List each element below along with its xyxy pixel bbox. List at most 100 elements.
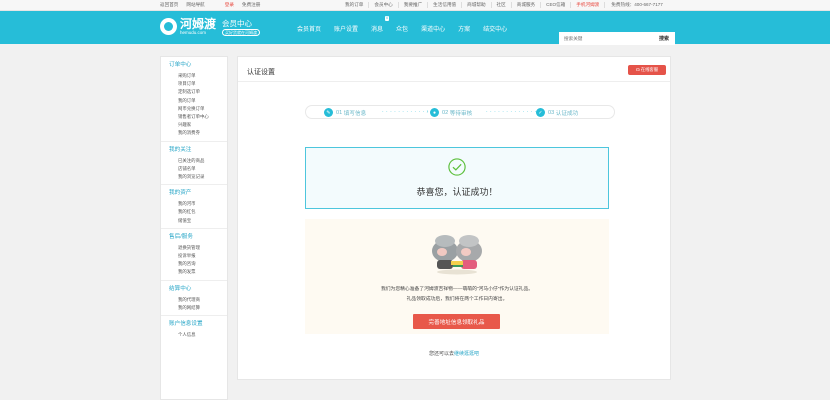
register-link[interactable]: 免费注册 [242,2,260,8]
sidebar-item[interactable]: 我的发票 [161,268,227,276]
sidebar-item[interactable]: 兴趣家 [161,121,227,129]
nav-settlement-center[interactable]: 结交中心 [483,24,507,33]
step-1: ✎ 01 填写信息 [324,108,366,117]
step-2-label: 等待审核 [449,110,473,117]
topbar-link-promote[interactable]: 我要推广 [399,2,429,8]
title-divider [238,81,670,82]
mobile-app-link[interactable]: 手机河姆渡 [571,2,606,8]
sidebar-section-follow: 我的关注 已关注的商品 店铺名单 我的浏览记录 [161,142,227,186]
sidebar-section-settlement: 结算中心 我的代理商 我的网结算 [161,281,227,317]
sidebar-title: 订单中心 [169,62,192,68]
topbar-link-community[interactable]: 社区 [492,2,512,8]
sidebar-title: 我的关注 [169,146,192,153]
gift-panel: 我们为您精心准备了河姆渡吉祥物——萌萌的"河马小仔"作为认证礼品。 礼品领取成功… [305,219,609,334]
sidebar-item[interactable]: 销售者订单中心 [161,113,227,121]
site-nav-link[interactable]: 网站导航 [186,2,204,8]
nav-messages[interactable]: 消息 0 [371,16,390,33]
nav-crowdsource[interactable]: 众包 [396,24,408,33]
site-logo[interactable]: 河姆渡 hemudu.com [160,18,216,35]
sidebar-item[interactable]: 个人信息 [161,331,227,339]
step-connector: · · · · · · · · · · · › [382,109,429,115]
page-title: 认证设置 [247,69,275,76]
sidebar-title: 售后/服务 [169,233,193,240]
member-center-title: 会员中心 买好货就在河姆渡 [222,19,260,36]
sidebar-item[interactable]: 定制选订单 [161,88,227,96]
progress-steps: ✎ 01 填写信息 · · · · · · · · · · · › ● 02 等… [305,105,615,119]
sidebar: 订单中心 采购订单 项目订单 定制选订单 我的订单 网币兑换订单 销售者订单中心… [160,56,228,400]
nav-messages-label: 消息 [371,27,384,33]
main-nav: 会员首页 账户设置 消息 0 众包 渠道中心 方案 结交中心 [297,16,520,33]
topbar-link-service[interactable]: 商城服务 [512,2,542,8]
topbar-right: 我的订单 会员中心 我要推广 生活信用值 商城帮助 社区 商城服务 CEO信箱 … [340,2,663,8]
nav-plans[interactable]: 方案 [458,24,470,33]
sidebar-title: 账户信息设置 [169,321,203,328]
sidebar-item[interactable]: 项目订单 [161,80,227,88]
home-link[interactable]: 返回首页 [160,2,178,8]
sidebar-section-aftersale: 售后/服务 退换货管理 投诉举报 我的咨询 我的发票 [161,229,227,281]
sidebar-title: 我的资产 [169,190,192,197]
login-link[interactable]: 登录 [225,2,234,8]
main-panel: 认证设置 ☊ 在线客服 ✎ 01 填写信息 · · · · · · · · · … [237,56,671,380]
nav-member-home[interactable]: 会员首页 [297,24,321,33]
success-message: 恭喜您，认证成功！ [416,187,498,197]
member-center-label: 会员中心 [222,19,252,28]
step-3: ✓ 03 认证成功 [536,108,578,117]
sidebar-item[interactable]: 我的浏览记录 [161,173,227,181]
topbar-link-member[interactable]: 会员中心 [369,2,399,8]
sidebar-item[interactable]: 我的红包 [161,208,227,216]
claim-gift-button[interactable]: 完善地址信息领取礼品 [413,314,500,329]
sidebar-item[interactable]: 采购订单 [161,72,227,80]
sidebar-item[interactable]: 储值宝 [161,217,227,225]
main-header: 河姆渡 hemudu.com 会员中心 买好货就在河姆渡 会员首页 账户设置 消… [0,11,830,45]
sidebar-item[interactable]: 我的咨询 [161,260,227,268]
sidebar-item[interactable]: 我的消费券 [161,129,227,137]
online-service-button[interactable]: ☊ 在线客服 [628,65,666,75]
online-service-label: 在线客服 [640,67,658,72]
sidebar-item[interactable]: 已关注的商品 [161,157,227,165]
sidebar-title: 结算中心 [169,285,192,292]
sidebar-item[interactable]: 我的网结算 [161,304,227,312]
gift-shipping-note: 礼品领取成功后，我们将在两个工作日内寄出。 [406,297,508,302]
check-icon: ✓ [536,108,545,117]
continue-shopping-link[interactable]: 继续逛逛吧 [454,351,479,357]
continue-shopping: 您还可以去继续逛逛吧 [238,350,670,357]
edit-icon: ✎ [324,108,333,117]
hotline-text: 免费热线：400-667-7177 [611,2,663,7]
topbar-link-orders[interactable]: 我的订单 [340,2,370,8]
topbar-left: 返回首页 网站导航 登录 免费注册 [160,2,260,8]
step-1-num: 01 [336,109,343,116]
gift-description: 我们为您精心准备了河姆渡吉祥物——萌萌的"河马小仔"作为认证礼品。 [380,287,534,292]
step-2: ● 02 等待审核 [430,108,472,117]
nav-account-settings[interactable]: 账户设置 [334,24,358,33]
sidebar-item[interactable]: 店铺名单 [161,165,227,173]
continue-prefix: 您还可以去 [428,351,454,357]
step-connector: · · · · · · · · · · · · · › [486,109,541,115]
message-count-badge: 0 [385,16,390,21]
step-2-num: 02 [442,109,449,116]
search-box: 搜索 [559,32,675,45]
success-check-icon [448,158,466,176]
sidebar-item[interactable]: 退换货管理 [161,244,227,252]
sidebar-item[interactable]: 我的河币 [161,200,227,208]
logo-text: 河姆渡 [180,17,217,31]
search-button[interactable]: 搜索 [659,35,675,42]
step-3-num: 03 [548,109,555,116]
sidebar-section-orders: 订单中心 采购订单 项目订单 定制选订单 我的订单 网币兑换订单 销售者订单中心… [161,57,227,142]
search-input[interactable] [559,32,659,45]
topbar-link-ceo[interactable]: CEO信箱 [541,2,572,8]
member-center-slogan: 买好货就在河姆渡 [222,29,260,36]
success-box: 恭喜您，认证成功！ [305,147,609,209]
logo-icon [160,18,177,35]
step-3-label: 认证成功 [555,110,579,117]
top-utility-bar: 返回首页 网站导航 登录 免费注册 我的订单 会员中心 我要推广 生活信用值 商… [0,0,830,11]
sidebar-item[interactable]: 我的代理商 [161,296,227,304]
sidebar-item[interactable]: 网币兑换订单 [161,105,227,113]
topbar-link-credit[interactable]: 生活信用值 [428,2,463,8]
topbar-link-help[interactable]: 商城帮助 [462,2,492,8]
sidebar-item[interactable]: 投诉举报 [161,252,227,260]
sidebar-item[interactable]: 我的订单 [161,97,227,105]
nav-channel-center[interactable]: 渠道中心 [421,24,445,33]
sidebar-section-account: 账户信息设置 个人信息 [161,316,227,342]
headset-icon: ☊ [635,67,640,72]
mascot-image [432,235,482,275]
